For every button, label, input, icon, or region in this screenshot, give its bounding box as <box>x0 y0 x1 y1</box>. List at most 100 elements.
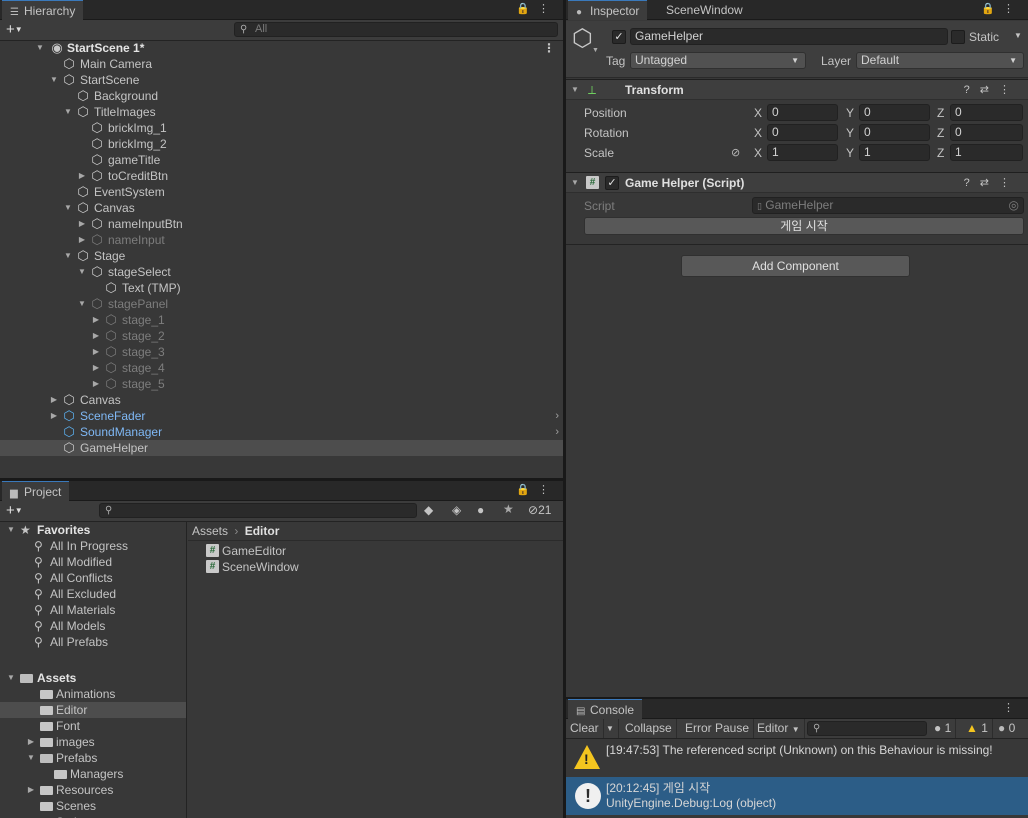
hierarchy-item[interactable]: ▼ ⬡ stageSelect <box>0 264 563 280</box>
hierarchy-item[interactable]: ▶ ⬡ nameInput <box>0 232 563 248</box>
file-item[interactable]: # GameEditor <box>188 543 563 559</box>
axis-x-label[interactable]: X <box>754 106 762 120</box>
info-count-toggle[interactable]: ● 1 <box>930 719 957 738</box>
transform-x-field[interactable]: 0 <box>767 124 838 141</box>
project-create-button[interactable]: +▼ <box>6 502 23 520</box>
favorite-item[interactable]: ⚲ All Models <box>0 618 186 634</box>
expand-arrow-icon[interactable]: ▼ <box>26 814 36 818</box>
clear-options-dropdown[interactable]: ▼ <box>602 719 619 738</box>
constrain-proportions-icon[interactable]: ⊘ <box>731 146 740 159</box>
expand-arrow-icon[interactable]: ▼ <box>26 750 36 766</box>
hierarchy-item[interactable]: ⬡ Main Camera <box>0 56 563 72</box>
error-pause-button[interactable]: Error Pause <box>681 719 755 738</box>
expand-arrow-icon[interactable]: ▶ <box>26 782 36 798</box>
collapse-arrow-icon[interactable]: ▼ <box>570 80 580 100</box>
hierarchy-item[interactable]: ▼ ⬡ TitleImages <box>0 104 563 120</box>
static-checkbox[interactable] <box>951 30 965 44</box>
folder-item[interactable]: Editor <box>0 702 186 718</box>
axis-z-label[interactable]: Z <box>937 146 944 160</box>
component-enabled-checkbox[interactable]: ✓ <box>605 176 619 190</box>
favorite-item[interactable]: ⚲ All In Progress <box>0 538 186 554</box>
hierarchy-item[interactable]: ⬡ EventSystem <box>0 184 563 200</box>
folder-item[interactable]: Scenes <box>0 798 186 814</box>
folder-item[interactable]: ▼ Prefabs <box>0 750 186 766</box>
expand-arrow-icon[interactable]: ▼ <box>77 264 87 280</box>
collapse-button[interactable]: Collapse <box>621 719 677 738</box>
hierarchy-item[interactable]: ▶ ⬡ stage_3 <box>0 344 563 360</box>
axis-y-label[interactable]: Y <box>846 106 854 120</box>
hierarchy-item[interactable]: ⬡ brickImg_2 <box>0 136 563 152</box>
file-item[interactable]: # SceneWindow <box>188 559 563 575</box>
favorite-item[interactable]: ⚲ All Materials <box>0 602 186 618</box>
hierarchy-item[interactable]: ▶ ⬡ stage_5 <box>0 376 563 392</box>
expand-arrow-icon[interactable]: ▶ <box>49 408 59 424</box>
hierarchy-item[interactable]: ⬡ GameHelper <box>0 440 563 456</box>
filter-label-icon[interactable]: ◈ <box>452 503 461 517</box>
expand-arrow-icon[interactable]: ▼ <box>6 522 16 538</box>
expand-arrow-icon[interactable]: ▼ <box>49 72 59 88</box>
tab-console[interactable]: ▤ Console <box>568 699 643 719</box>
transform-z-field[interactable]: 0 <box>950 124 1023 141</box>
clear-button[interactable]: Clear <box>566 719 604 738</box>
expand-arrow-icon[interactable]: ▶ <box>77 216 87 232</box>
scene-menu-icon[interactable]: ⋮ <box>543 40 555 56</box>
axis-y-label[interactable]: Y <box>846 146 854 160</box>
inspector-tab-controls[interactable]: 🔒⋮ <box>981 2 1022 15</box>
breadcrumb-current[interactable]: Editor <box>245 524 280 538</box>
hierarchy-item[interactable]: ▼ ⬡ Canvas <box>0 200 563 216</box>
expand-arrow-icon[interactable]: ▶ <box>49 392 59 408</box>
component-header-controls[interactable]: ?⇄⋮ <box>964 173 1020 193</box>
expand-arrow-icon[interactable]: ▼ <box>63 104 73 120</box>
tab-scenewindow[interactable]: SceneWindow <box>658 0 751 20</box>
layer-dropdown[interactable]: Default ▼ <box>856 52 1024 69</box>
expand-arrow-icon[interactable]: ▶ <box>91 328 101 344</box>
favorite-item[interactable]: ⚲ All Prefabs <box>0 634 186 650</box>
breadcrumb-assets[interactable]: Assets <box>192 524 228 538</box>
transform-y-field[interactable]: 0 <box>859 104 930 121</box>
axis-z-label[interactable]: Z <box>937 106 944 120</box>
hierarchy-search-input[interactable]: ⚲ All <box>234 22 558 37</box>
hierarchy-item[interactable]: ▶ ⬡ Canvas <box>0 392 563 408</box>
log-entry-warning[interactable]: ! [19:47:53] The referenced script (Unkn… <box>566 739 1028 777</box>
tab-inspector[interactable]: ● Inspector <box>568 0 648 20</box>
expand-arrow-icon[interactable]: ▶ <box>91 360 101 376</box>
error-count-toggle[interactable]: ● 0 <box>994 719 1019 738</box>
add-component-button[interactable]: Add Component <box>681 255 910 277</box>
transform-x-field[interactable]: 0 <box>767 104 838 121</box>
expand-arrow-icon[interactable]: ▶ <box>91 376 101 392</box>
script-component-header[interactable]: ▼ # ✓ Game Helper (Script) ?⇄⋮ <box>566 172 1028 193</box>
axis-x-label[interactable]: X <box>754 126 762 140</box>
hierarchy-item[interactable]: ⬡ SoundManager › <box>0 424 563 440</box>
expand-arrow-icon[interactable]: ▶ <box>91 312 101 328</box>
hierarchy-item[interactable]: ▼ ⬡ Stage <box>0 248 563 264</box>
warning-count-toggle[interactable]: ▲ 1 <box>962 719 993 738</box>
hierarchy-item[interactable]: ▶ ⬡ stage_4 <box>0 360 563 376</box>
filter-log-icon[interactable]: ● <box>477 503 484 517</box>
scene-row[interactable]: ▼ ◉ StartScene 1* ⋮ <box>0 40 563 56</box>
transform-x-field[interactable]: 1 <box>767 144 838 161</box>
tab-project[interactable]: ▆ Project <box>2 481 70 501</box>
transform-z-field[interactable]: 0 <box>950 104 1023 121</box>
chevron-right-icon[interactable]: › <box>555 408 559 424</box>
expand-arrow-icon[interactable]: ▶ <box>91 344 101 360</box>
chevron-right-icon[interactable]: › <box>555 424 559 440</box>
tag-dropdown[interactable]: Untagged ▼ <box>630 52 806 69</box>
folder-item[interactable]: Animations <box>0 686 186 702</box>
transform-z-field[interactable]: 1 <box>950 144 1023 161</box>
folder-item[interactable]: ▶ Resources <box>0 782 186 798</box>
favorites-header[interactable]: ▼ ★ Favorites <box>0 522 186 538</box>
folder-item[interactable]: Font <box>0 718 186 734</box>
favorite-item[interactable]: ⚲ All Conflicts <box>0 570 186 586</box>
transform-header[interactable]: ▼ ⟂ Transform ?⇄⋮ <box>566 79 1028 100</box>
expand-arrow-icon[interactable]: ▼ <box>63 248 73 264</box>
tab-hierarchy[interactable]: ☰ Hierarchy <box>2 0 84 20</box>
collapse-arrow-icon[interactable]: ▼ <box>570 173 580 193</box>
hierarchy-item[interactable]: ▼ ⬡ StartScene <box>0 72 563 88</box>
hierarchy-item[interactable]: ▶ ⬡ stage_1 <box>0 312 563 328</box>
axis-z-label[interactable]: Z <box>937 126 944 140</box>
transform-y-field[interactable]: 0 <box>859 124 930 141</box>
expand-arrow-icon[interactable]: ▼ <box>6 670 16 686</box>
filter-type-icon[interactable]: ◆ <box>424 503 433 517</box>
hidden-packages-button[interactable]: ⊘21 <box>528 503 551 517</box>
transform-y-field[interactable]: 1 <box>859 144 930 161</box>
